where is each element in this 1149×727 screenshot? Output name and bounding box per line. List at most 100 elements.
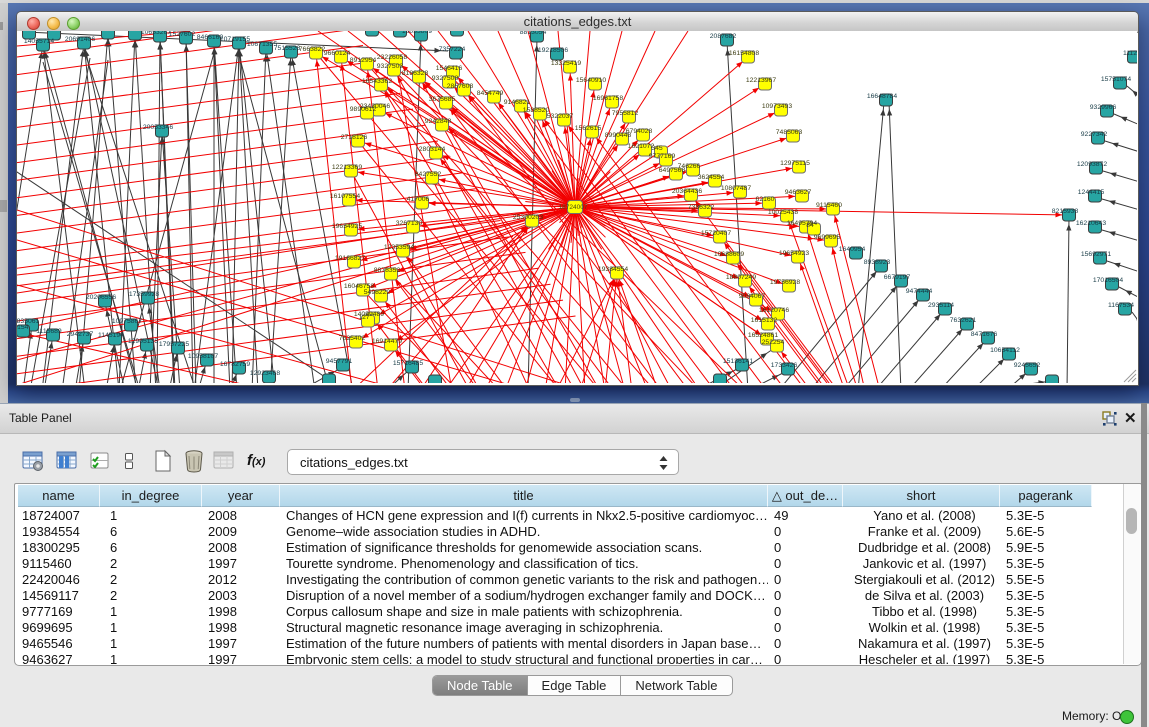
svg-text:16914479: 16914479 (372, 338, 402, 345)
svg-text:7386322: 7386322 (688, 204, 715, 211)
svg-text:9242848: 9242848 (425, 118, 452, 125)
svg-text:12093872: 12093872 (1077, 161, 1107, 168)
svg-text:8186328: 8186328 (402, 70, 429, 77)
svg-text:7663822: 7663822 (299, 46, 326, 53)
svg-text:8938923: 8938923 (864, 259, 891, 266)
svg-text:25300203: 25300203 (513, 214, 543, 221)
svg-text:8878352: 8878352 (374, 267, 401, 274)
svg-text:23226058: 23226058 (377, 54, 407, 61)
svg-text:9146821: 9146821 (504, 99, 531, 106)
svg-text:7632621: 7632621 (950, 317, 977, 324)
svg-text:16782759: 16782759 (220, 361, 250, 368)
svg-text:9227342: 9227342 (1081, 131, 1108, 138)
svg-text:7955812: 7955812 (612, 110, 639, 117)
svg-text:2942737: 2942737 (67, 331, 94, 338)
svg-text:5322037: 5322037 (547, 113, 574, 120)
svg-text:6794028: 6794028 (626, 128, 653, 135)
svg-text:9474444: 9474444 (906, 288, 933, 295)
svg-text:2935114: 2935114 (928, 302, 954, 309)
svg-text:1112: 1112 (1123, 50, 1137, 57)
svg-text:746266: 746266 (678, 163, 701, 170)
svg-text:16120746: 16120746 (759, 307, 789, 314)
svg-text:84: 84 (806, 222, 814, 229)
svg-text:19166827: 19166827 (335, 255, 365, 262)
svg-text:9699695: 9699695 (814, 234, 841, 241)
svg-text:10671355: 10671355 (247, 41, 277, 48)
svg-text:252254: 252254 (762, 339, 785, 346)
svg-text:7357224: 7357224 (439, 46, 466, 53)
svg-text:5498222: 5498222 (364, 289, 391, 296)
svg-text:8215938: 8215938 (1052, 208, 1079, 215)
svg-text:15136141: 15136141 (723, 358, 753, 365)
svg-text:16154808: 16154808 (729, 50, 759, 57)
svg-text:9463627: 9463627 (785, 189, 812, 196)
svg-text:2867608: 2867608 (447, 83, 474, 90)
svg-text:12975115: 12975115 (780, 160, 810, 167)
svg-text:1615132: 1615132 (751, 317, 778, 324)
svg-text:20206556: 20206556 (86, 294, 116, 301)
svg-text:16033809: 16033809 (402, 31, 432, 35)
svg-text:7625402: 7625402 (339, 335, 366, 342)
svg-text:1546416: 1546416 (436, 65, 463, 72)
svg-text:19654923: 19654923 (779, 250, 809, 257)
svg-text:9329966: 9329966 (1090, 104, 1117, 111)
svg-text:9327503: 9327503 (377, 63, 404, 70)
svg-text:1562615: 1562615 (575, 125, 602, 132)
svg-text:18724007: 18724007 (559, 204, 588, 211)
svg-text:10973493: 10973493 (762, 103, 792, 110)
svg-text:3675685: 3675685 (429, 96, 456, 103)
svg-text:9457791: 9457791 (326, 358, 353, 365)
svg-text:19654925: 19654925 (332, 223, 362, 230)
svg-text:15751074: 15751074 (1101, 76, 1131, 83)
svg-text:1527602: 1527602 (169, 31, 196, 38)
svg-text:19756928: 19756928 (770, 279, 800, 286)
svg-text:10653267: 10653267 (141, 31, 171, 36)
svg-text:10654112: 10654112 (990, 347, 1020, 354)
svg-text:12213369: 12213369 (332, 164, 362, 171)
svg-text:14055714: 14055714 (24, 38, 54, 45)
svg-text:16648784: 16648784 (867, 93, 897, 100)
svg-text:9660124: 9660124 (324, 50, 351, 57)
svg-text:17016504: 17016504 (1093, 277, 1123, 284)
svg-text:10807487: 10807487 (721, 185, 751, 192)
svg-text:15692971: 15692971 (1081, 251, 1111, 258)
svg-text:9327508: 9327508 (432, 75, 459, 82)
svg-text:16524861: 16524861 (748, 332, 778, 339)
svg-text:16107554: 16107554 (330, 193, 360, 200)
svg-text:10975867: 10975867 (112, 318, 142, 325)
svg-text:9115460: 9115460 (816, 202, 842, 209)
svg-text:1640954: 1640954 (839, 246, 866, 253)
svg-text:12353594: 12353594 (384, 244, 414, 251)
svg-text:15716485: 15716485 (393, 360, 423, 367)
svg-text:3624554: 3624554 (698, 174, 725, 181)
svg-text:7515526: 7515526 (274, 45, 301, 52)
svg-text:10688609: 10688609 (714, 251, 744, 258)
svg-text:20053346: 20053346 (143, 124, 173, 131)
svg-text:8912954: 8912954 (350, 57, 377, 64)
svg-text:1167534: 1167534 (1108, 302, 1134, 309)
svg-text:9245652: 9245652 (1014, 362, 1041, 369)
svg-text:10958107: 10958107 (188, 353, 218, 360)
svg-text:18807249: 18807249 (726, 274, 756, 281)
svg-text:10719155: 10719155 (220, 36, 250, 43)
svg-text:19384554: 19384554 (598, 266, 628, 273)
svg-text:15720407: 15720407 (701, 230, 731, 237)
svg-text:9084067: 9084067 (739, 293, 766, 300)
svg-text:20364436: 20364436 (672, 188, 702, 195)
svg-text:6679197: 6679197 (884, 274, 911, 281)
svg-text:39154: 39154 (17, 324, 29, 331)
svg-text:9890612: 9890612 (350, 106, 377, 113)
svg-text:2803144: 2803144 (419, 146, 446, 153)
svg-text:1115689: 1115689 (36, 328, 62, 335)
svg-text:8427552: 8427552 (415, 171, 442, 178)
svg-text:8471676: 8471676 (971, 331, 998, 338)
svg-text:8454749: 8454749 (477, 90, 504, 97)
svg-text:1145194: 1145194 (98, 332, 124, 339)
svg-text:20691406: 20691406 (65, 36, 95, 43)
svg-text:3267130: 3267130 (396, 220, 423, 227)
svg-text:1733426: 1733426 (771, 362, 798, 369)
svg-text:15640910: 15640910 (576, 77, 606, 84)
svg-text:417006: 417006 (407, 196, 430, 203)
svg-text:62160: 62160 (756, 196, 775, 203)
svg-text:16543362: 16543362 (362, 78, 392, 85)
